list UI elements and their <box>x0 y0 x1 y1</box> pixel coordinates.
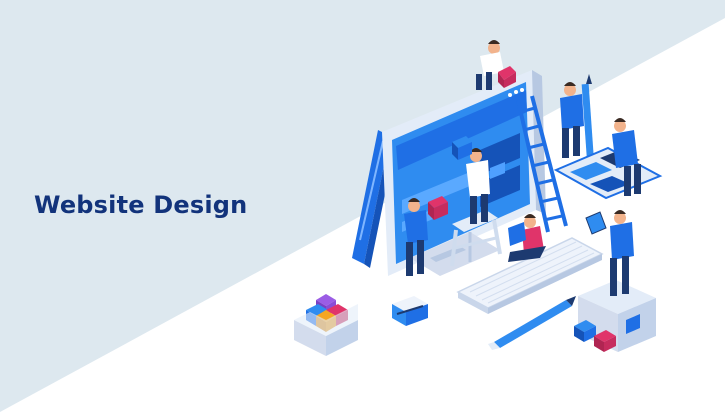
hero-banner: Website Design <box>0 0 725 412</box>
person-with-laptop <box>508 214 546 262</box>
sharpener <box>392 296 428 326</box>
layout-board <box>553 146 663 200</box>
person-top <box>476 40 516 90</box>
color-cube-box <box>294 294 358 356</box>
website-design-illustration <box>294 40 663 356</box>
